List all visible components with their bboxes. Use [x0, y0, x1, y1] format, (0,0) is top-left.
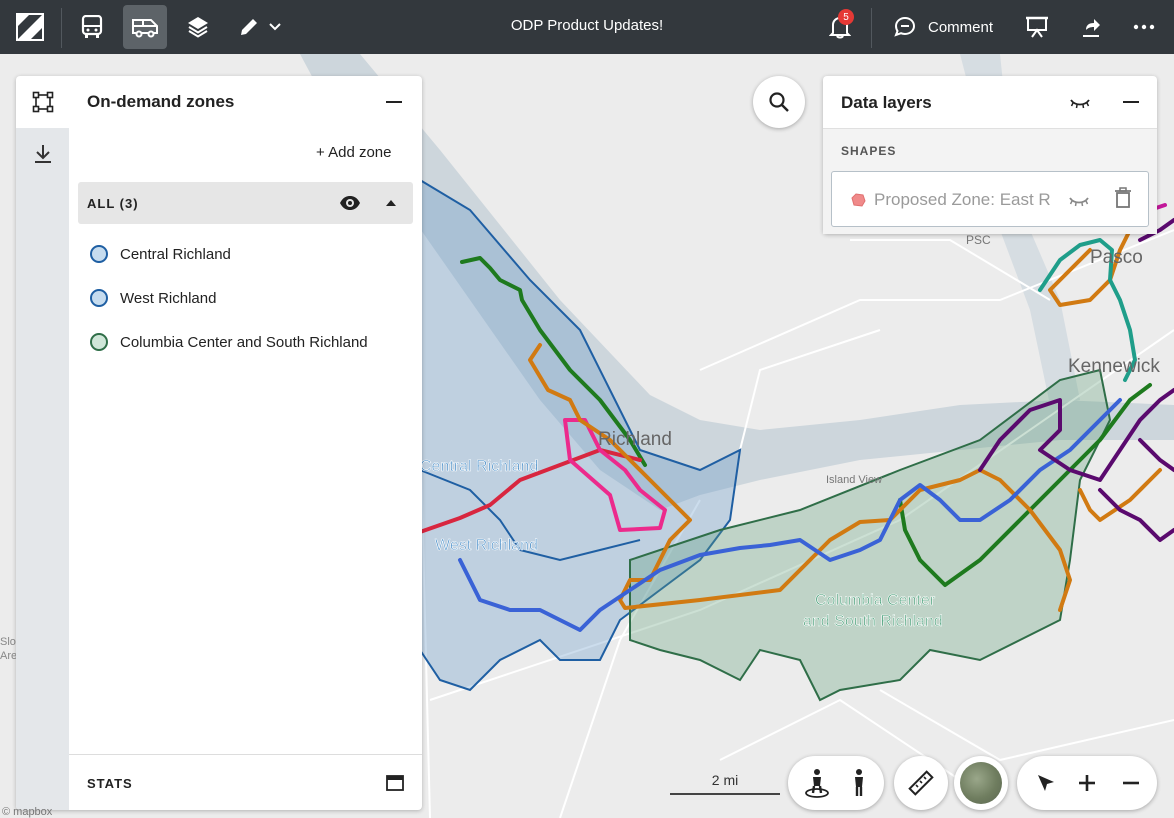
label-slo: Slo: [0, 636, 16, 648]
topbar-divider: [61, 8, 62, 48]
label-columbia-center-1: Columbia Center: [815, 592, 936, 609]
zones-panel-rail: [16, 128, 69, 810]
stats-label: STATS: [87, 776, 133, 791]
download-icon[interactable]: [31, 142, 55, 166]
zones-group-label: ALL (3): [87, 196, 139, 211]
app-title[interactable]: ODP Product Updates!: [511, 17, 663, 34]
zone-color-dot: [90, 245, 108, 263]
comment-label: Comment: [928, 18, 994, 36]
zoom-tools-pill: [1017, 756, 1157, 810]
draw-menu-button[interactable]: [230, 5, 290, 49]
satellite-toggle-button[interactable]: [954, 756, 1008, 810]
eye-closed-icon[interactable]: [1068, 190, 1090, 210]
zone-color-dot: [90, 333, 108, 351]
shape-layer-label: Proposed Zone: East R: [874, 190, 1051, 209]
scale-label: 2 mi: [711, 772, 739, 788]
comment-button[interactable]: Comment: [884, 5, 1003, 49]
label-richland: Richland: [598, 429, 672, 450]
pencil-icon: [241, 19, 257, 35]
on-demand-zones-panel: On-demand zones + Add zone ALL (3) Centr…: [16, 76, 422, 810]
label-island-view: Island View: [826, 474, 882, 486]
people-tools-pill: [788, 756, 884, 810]
label-central-richland: Central Richland: [420, 458, 538, 475]
layers-icon[interactable]: [176, 5, 220, 49]
map-scale: 2 mi: [670, 772, 780, 796]
map-search-button[interactable]: [753, 76, 805, 128]
zones-panel-title: On-demand zones: [87, 92, 235, 111]
zone-item-columbia-center[interactable]: Columbia Center and South Richland: [90, 329, 368, 355]
zones-panel-header: On-demand zones: [16, 76, 422, 128]
comment-icon: [894, 16, 916, 37]
data-layers-panel: Data layers SHAPES Proposed Zone: East R: [823, 76, 1157, 234]
minimize-icon[interactable]: [382, 90, 406, 114]
minimize-icon[interactable]: [1119, 90, 1143, 114]
label-kennewick: Kennewick: [1068, 356, 1160, 377]
zone-item-west-richland[interactable]: West Richland: [90, 285, 216, 311]
data-layers-body: SHAPES Proposed Zone: East R: [823, 128, 1157, 234]
zone-name: West Richland: [120, 289, 217, 307]
pointer-icon[interactable]: [1029, 766, 1063, 800]
ruler-icon: [908, 770, 934, 796]
stats-section[interactable]: STATS: [69, 754, 422, 810]
more-icon[interactable]: [1122, 5, 1166, 49]
eye-icon[interactable]: [338, 192, 362, 214]
scale-bar: [670, 793, 780, 795]
label-west-richland: West Richland: [435, 537, 538, 554]
zones-group-header[interactable]: ALL (3): [78, 182, 413, 224]
eye-closed-icon[interactable]: [1069, 92, 1091, 112]
logo-icon[interactable]: [12, 9, 48, 45]
zone-item-central-richland[interactable]: Central Richland: [90, 241, 231, 267]
share-icon[interactable]: [1069, 5, 1113, 49]
van-icon[interactable]: [123, 5, 167, 49]
shapes-section-label: SHAPES: [841, 144, 897, 158]
person-walk-icon[interactable]: [800, 766, 834, 800]
label-pasco: Pasco: [1090, 247, 1143, 268]
zoom-out-icon[interactable]: [1114, 766, 1148, 800]
notification-badge: 5: [838, 9, 854, 25]
zoom-in-icon[interactable]: [1070, 766, 1104, 800]
bus-icon[interactable]: [70, 5, 114, 49]
add-zone-button[interactable]: + Add zone: [316, 144, 391, 161]
data-layers-title: Data layers: [841, 93, 932, 112]
zone-color-dot: [90, 289, 108, 307]
satellite-thumbnail-icon: [960, 762, 1002, 804]
trash-icon[interactable]: [1114, 187, 1132, 209]
label-psc: PSC: [966, 233, 991, 247]
shape-swatch-icon: [851, 193, 866, 207]
search-icon: [769, 92, 789, 112]
person-icon[interactable]: [842, 766, 876, 800]
topbar-divider: [871, 8, 872, 48]
map-attribution[interactable]: © mapbox: [2, 806, 52, 818]
present-icon[interactable]: [1015, 5, 1059, 49]
chevron-down-icon: [269, 23, 281, 31]
notifications-button[interactable]: 5: [818, 5, 862, 49]
polygon-shape-icon: [32, 91, 54, 113]
zone-name: Central Richland: [120, 245, 231, 263]
label-columbia-center-2: and South Richland: [803, 613, 943, 630]
zone-name: Columbia Center and South Richland: [120, 333, 368, 351]
shape-layer-item[interactable]: Proposed Zone: East R: [831, 171, 1149, 227]
top-bar: ODP Product Updates! 5 Comment: [0, 0, 1174, 54]
window-icon[interactable]: [385, 773, 405, 793]
measure-button[interactable]: [894, 756, 948, 810]
caret-up-icon[interactable]: [380, 192, 402, 214]
